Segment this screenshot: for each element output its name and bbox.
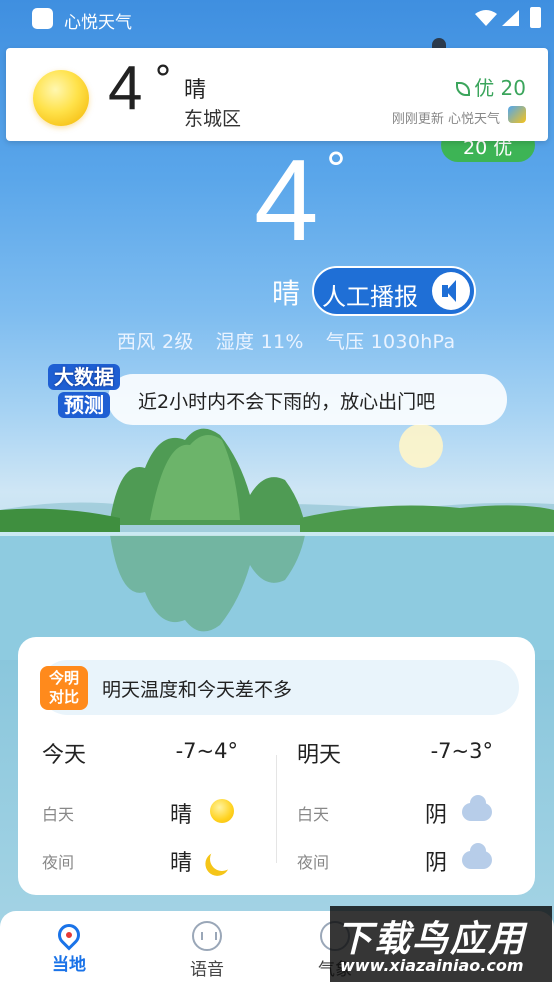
- compare-badge: 今明 对比: [40, 666, 88, 710]
- current-condition: 晴: [272, 277, 301, 310]
- app-logo-icon: [508, 106, 526, 123]
- weather-metrics: 西风 2级 湿度 11% 气压 1030hPa: [117, 327, 477, 354]
- big-data-badge: 大数据 预测: [48, 364, 120, 420]
- compare-badge-line1: 今明: [48, 669, 79, 687]
- humidity-info: 湿度 11%: [215, 331, 304, 353]
- location-pin-icon: [53, 919, 85, 951]
- nav-voice-label: 语音: [190, 960, 224, 980]
- nav-voice[interactable]: 语音: [162, 921, 252, 981]
- badge-line1: 大数据: [48, 364, 120, 390]
- today-label: 今天: [42, 743, 87, 768]
- tomorrow-night-row: 夜间 阴: [297, 843, 513, 876]
- compare-badge-line2: 对比: [48, 688, 79, 706]
- mini-condition: 晴: [184, 78, 207, 103]
- update-status: 刚刚更新 心悦天气: [391, 112, 500, 127]
- weather-summary-card[interactable]: 4 ° 晴 东城区 优 20 刚刚更新 心悦天气: [6, 48, 548, 141]
- wind-info: 西风 2级: [117, 331, 194, 353]
- status-bar: 心悦天气: [0, 0, 554, 36]
- sun-icon: [33, 70, 89, 126]
- daytime-label: 白天: [297, 805, 330, 824]
- watermark: 下载鸟应用 www.xiazainiao.com: [330, 906, 552, 982]
- night-label: 夜间: [297, 853, 330, 872]
- landscape-illustration: [0, 424, 554, 660]
- rain-forecast-bubble[interactable]: 近2小时内不会下雨的，放心出门吧: [108, 374, 507, 425]
- broadcast-label: 人工播报: [322, 283, 418, 311]
- column-divider: [276, 755, 277, 863]
- current-degree: °: [325, 144, 347, 195]
- signal-icon: [502, 10, 519, 26]
- cloud-icon: [462, 843, 492, 869]
- today-night-condition: 晴: [170, 851, 193, 876]
- tomorrow-label: 明天: [297, 743, 342, 768]
- today-column: 今天 -7~4° 白天 晴 夜间 晴: [42, 737, 258, 887]
- mini-degree: °: [154, 59, 172, 100]
- badge-line2: 预测: [58, 392, 110, 418]
- voice-icon: [192, 921, 222, 951]
- app-notification-icon: [32, 8, 53, 29]
- today-tomorrow-card[interactable]: 今明 对比 明天温度和今天差不多 今天 -7~4° 白天 晴 夜间 晴 明天 -…: [18, 637, 535, 895]
- today-day-condition: 晴: [170, 803, 193, 828]
- today-day-row: 白天 晴: [42, 797, 258, 828]
- mini-temperature: 4: [108, 54, 143, 123]
- tomorrow-day-row: 白天 阴: [297, 795, 513, 828]
- current-temperature: 4: [254, 135, 319, 265]
- wifi-icon: [475, 10, 497, 26]
- status-app-name: 心悦天气: [64, 13, 132, 33]
- cloud-icon: [462, 795, 492, 821]
- speaker-icon: [432, 272, 470, 310]
- night-label: 夜间: [42, 853, 75, 872]
- voice-broadcast-button[interactable]: 人工播报: [312, 266, 476, 316]
- tomorrow-range: -7~3°: [430, 739, 493, 763]
- leaf-icon: [456, 82, 471, 96]
- nav-local-label: 当地: [52, 955, 86, 975]
- battery-icon: [530, 7, 541, 28]
- rain-forecast-text: 近2小时内不会下雨的，放心出门吧: [138, 391, 436, 413]
- sun-icon: [210, 799, 234, 823]
- tomorrow-night-condition: 阴: [425, 851, 448, 876]
- pressure-info: 气压 1030hPa: [325, 331, 456, 353]
- watermark-url: www.xiazainiao.com: [340, 956, 524, 975]
- today-range: -7~4°: [175, 739, 238, 763]
- district-name: 东城区: [184, 108, 242, 130]
- nav-local[interactable]: 当地: [24, 919, 114, 981]
- compare-message: 明天温度和今天差不多: [102, 679, 293, 701]
- tomorrow-day-condition: 阴: [425, 803, 448, 828]
- mini-aqi: 优 20: [456, 72, 526, 101]
- compare-banner: 今明 对比 明天温度和今天差不多: [40, 660, 519, 715]
- moon-icon: [207, 844, 238, 875]
- tomorrow-column: 明天 -7~3° 白天 阴 夜间 阴: [297, 737, 513, 887]
- daytime-label: 白天: [42, 805, 75, 824]
- watermark-title: 下载鸟应用: [336, 919, 527, 960]
- today-night-row: 夜间 晴: [42, 844, 258, 876]
- mini-aqi-text: 优 20: [474, 76, 526, 100]
